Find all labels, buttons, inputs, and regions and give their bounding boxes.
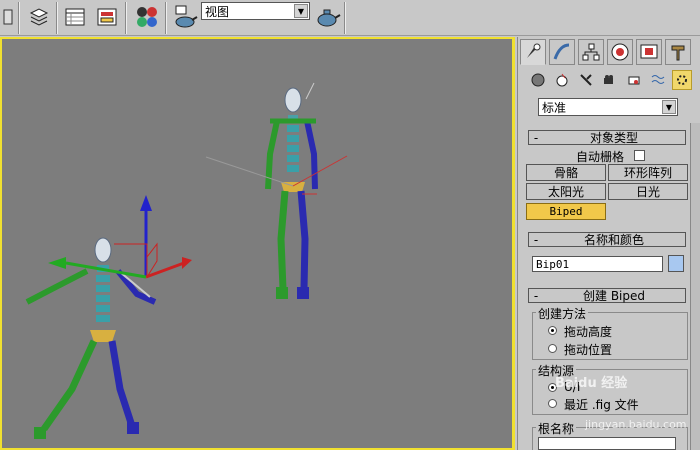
toolbar-separator: [125, 2, 127, 34]
hierarchy-tab[interactable]: [578, 39, 604, 65]
geometry-icon[interactable]: [528, 70, 548, 90]
name-color-rollout-header[interactable]: - 名称和颜色: [528, 232, 686, 247]
render-view-value: 视图: [205, 4, 230, 19]
sunlight-button[interactable]: 太阳光: [526, 183, 606, 200]
collapse-icon: -: [533, 288, 539, 303]
drag-position-label: 拖动位置: [564, 343, 613, 357]
object-type-rollout-header[interactable]: - 对象类型: [528, 130, 686, 145]
name-color-title: 名称和颜色: [583, 233, 644, 247]
recent-fig-label: 最近 .fig 文件: [564, 398, 639, 412]
lights-icon[interactable]: [576, 70, 596, 90]
panel-scrollbar[interactable]: [690, 123, 700, 450]
motion-tab[interactable]: [607, 39, 633, 65]
daylight-button[interactable]: 日光: [608, 183, 688, 200]
baidu-watermark-url: jingyan.baidu.com: [585, 418, 687, 431]
bones-button[interactable]: 骨骼: [526, 164, 606, 181]
biped-skeleton-posed[interactable]: [25, 195, 192, 439]
baidu-watermark: Baidu 经验: [555, 376, 628, 391]
object-type-title: 对象类型: [589, 131, 638, 145]
schematic-icon[interactable]: [94, 4, 120, 30]
object-color-swatch[interactable]: [668, 255, 684, 272]
cameras-icon[interactable]: [600, 70, 620, 90]
ring-array-button[interactable]: 环形阵列: [608, 164, 688, 181]
toolbar-separator: [56, 2, 58, 34]
material-editor-icon[interactable]: [134, 4, 160, 30]
perspective-viewport[interactable]: [0, 37, 515, 450]
biped-skeleton-standing[interactable]: [205, 82, 348, 299]
space-warps-icon[interactable]: [648, 70, 668, 90]
collapse-icon: -: [533, 232, 539, 247]
layers-icon[interactable]: [26, 4, 52, 30]
object-name-field[interactable]: Bip01: [532, 256, 663, 272]
toolbar-separator: [344, 2, 346, 34]
render-view-dropdown[interactable]: 视图 ▼: [201, 2, 310, 20]
toolbar-separator: [165, 2, 167, 34]
creation-method-title: 创建方法: [536, 305, 589, 322]
viewport-scene: [25, 82, 348, 439]
create-biped-rollout-header[interactable]: - 创建 Biped: [528, 288, 686, 303]
track-view-icon[interactable]: [62, 4, 88, 30]
biped-button[interactable]: Biped: [526, 203, 606, 220]
root-name-title: 根名称: [536, 420, 577, 437]
utilities-tab[interactable]: [665, 39, 691, 65]
object-category-row: [522, 70, 696, 92]
drag-height-radio[interactable]: [548, 326, 557, 335]
autogrid-checkbox[interactable]: [634, 150, 645, 161]
quick-render-icon[interactable]: [315, 4, 341, 30]
drag-height-label: 拖动高度: [564, 325, 613, 339]
collapse-icon: -: [533, 130, 539, 145]
shapes-icon[interactable]: [552, 70, 572, 90]
create-biped-title: 创建 Biped: [583, 289, 645, 303]
autogrid-label: 自动栅格: [576, 150, 625, 164]
display-tab[interactable]: [636, 39, 662, 65]
drag-position-radio[interactable]: [548, 344, 557, 353]
chevron-down-icon[interactable]: ▼: [294, 4, 308, 18]
recent-fig-radio[interactable]: [548, 399, 557, 408]
category-dropdown[interactable]: 标准 ▼: [538, 98, 678, 116]
toolbar-separator: [18, 2, 20, 34]
render-setup-icon[interactable]: [172, 4, 198, 30]
create-tab[interactable]: [520, 39, 546, 65]
root-name-field[interactable]: [538, 437, 676, 450]
modify-tab[interactable]: [549, 39, 575, 65]
toolbar-edge-button[interactable]: [0, 4, 16, 30]
helpers-icon[interactable]: [624, 70, 644, 90]
systems-icon[interactable]: [672, 70, 692, 90]
chevron-down-icon[interactable]: ▼: [662, 100, 676, 114]
main-toolbar: 视图 ▼: [0, 0, 700, 36]
category-value: 标准: [542, 100, 567, 115]
